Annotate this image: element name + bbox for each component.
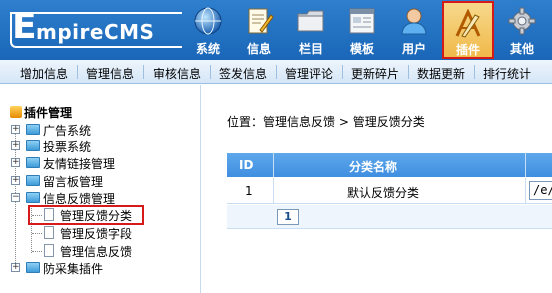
submenu-divider (276, 65, 277, 79)
nav-label: 信息 (246, 42, 271, 56)
submenu-divider (210, 65, 211, 79)
tree-item-label: 管理反馈字段 (60, 227, 133, 241)
tree-line (32, 251, 42, 252)
tree-item-label: 友情链接管理 (43, 157, 116, 171)
submenu-divider (342, 65, 343, 79)
column-divider (525, 153, 526, 177)
breadcrumb-prefix: 位置： (227, 115, 264, 129)
folder-icon (26, 140, 40, 151)
nav-column[interactable]: 栏目 (285, 0, 337, 60)
nav-template[interactable]: 模板 (336, 0, 388, 60)
column-divider (525, 178, 526, 204)
user-icon (401, 8, 427, 35)
expand-plus-icon[interactable]: + (11, 125, 20, 134)
plugin-tree-sidebar: 插件管理 + 广告系统 + 投票系统 + 友情链接管理 + 留言板管理 − 信息… (0, 85, 201, 293)
edit-document-icon (248, 8, 274, 34)
folder-icon (26, 175, 40, 186)
page-icon (44, 244, 54, 257)
submenu-add-info[interactable]: 增加信息 (20, 65, 68, 82)
cell-id: 1 (245, 184, 253, 198)
submenu-issue-info[interactable]: 签发信息 (219, 65, 267, 82)
nav-user[interactable]: 用户 (388, 0, 440, 60)
breadcrumb-link-manage-feedback[interactable]: 管理信息反馈 (263, 115, 335, 129)
submenu-rank-stats[interactable]: 排行统计 (483, 65, 531, 82)
tree-line (32, 233, 42, 234)
submenu-manage-comments[interactable]: 管理评论 (285, 65, 333, 82)
column-header-name: 分类名称 (349, 160, 398, 174)
folder-open-icon (26, 192, 40, 203)
drawing-tools-icon (455, 9, 481, 38)
logo-text: mpireCMS (36, 20, 155, 44)
path-input[interactable]: /e/t (529, 181, 552, 200)
gear-icon (508, 7, 536, 35)
breadcrumb: 位置：管理信息反馈 > 管理反馈分类 (227, 113, 425, 130)
submenu-divider (474, 65, 475, 79)
tree-item-label: 防采集插件 (43, 262, 104, 276)
submenu-data-update[interactable]: 数据更新 (417, 65, 465, 82)
logo-initial: E (12, 6, 37, 47)
template-window-icon (349, 8, 375, 34)
nav-label: 栏目 (298, 42, 323, 56)
page-icon (44, 226, 54, 239)
nav-system[interactable]: 系统 (182, 0, 234, 60)
collapse-minus-icon[interactable]: − (11, 193, 20, 202)
page-number-button[interactable]: 1 (277, 209, 299, 225)
submenu-update-fragments[interactable]: 更新碎片 (351, 65, 399, 82)
tree-title: 插件管理 (10, 104, 72, 121)
folder-icon (26, 124, 40, 135)
selected-highlight (28, 205, 144, 225)
tree-item-label: 管理信息反馈 (60, 245, 133, 259)
column-divider (273, 153, 274, 177)
submenu-divider (143, 65, 144, 79)
table-row: 1 默认反馈分类 /e/t (227, 178, 552, 204)
pagination-row: 1 (227, 205, 552, 229)
globe-icon (194, 7, 222, 35)
table-header: ID 分类名称 (227, 153, 552, 177)
submenu-divider (408, 65, 409, 79)
top-header: E mpireCMS 系统 信息 栏目 模板 用户 插件 其他 (0, 0, 552, 60)
breadcrumb-link-feedback-class[interactable]: 管理反馈分类 (353, 115, 425, 129)
submenu-manage-info[interactable]: 管理信息 (86, 65, 134, 82)
tree-item-label: 广告系统 (43, 124, 92, 138)
column-header-id: ID (239, 158, 254, 172)
empirecms-logo[interactable]: E mpireCMS (10, 6, 182, 48)
main-content: 位置：管理信息反馈 > 管理反馈分类 ID 分类名称 1 默认反馈分类 /e/t… (203, 85, 552, 293)
expand-plus-icon[interactable]: + (11, 141, 20, 150)
nav-info[interactable]: 信息 (233, 0, 285, 60)
cell-name: 默认反馈分类 (347, 186, 420, 200)
nav-label: 系统 (195, 42, 220, 56)
column-divider (273, 178, 274, 204)
nav-other[interactable]: 其他 (496, 0, 548, 60)
expand-plus-icon[interactable]: + (11, 176, 20, 185)
nav-label: 插件 (455, 43, 480, 57)
nav-label: 模板 (349, 42, 374, 56)
breadcrumb-separator: > (338, 115, 349, 129)
home-icon (10, 106, 22, 118)
tree-item-label: 投票系统 (43, 140, 92, 154)
folder-icon (26, 157, 40, 168)
submenu-review-info[interactable]: 审核信息 (153, 65, 201, 82)
tree-title-text: 插件管理 (24, 106, 73, 120)
folder-icon (297, 10, 324, 32)
nav-plugins[interactable]: 插件 (442, 1, 494, 59)
nav-label: 用户 (401, 42, 426, 56)
submenu-divider (77, 65, 78, 79)
expand-plus-icon[interactable]: + (11, 158, 20, 167)
folder-icon (26, 262, 40, 273)
sub-menu-bar: 增加信息 管理信息 审核信息 签发信息 管理评论 更新碎片 数据更新 排行统计 (0, 60, 552, 84)
expand-plus-icon[interactable]: + (11, 263, 20, 272)
tree-item-label: 留言板管理 (43, 175, 104, 189)
nav-label: 其他 (509, 42, 534, 56)
